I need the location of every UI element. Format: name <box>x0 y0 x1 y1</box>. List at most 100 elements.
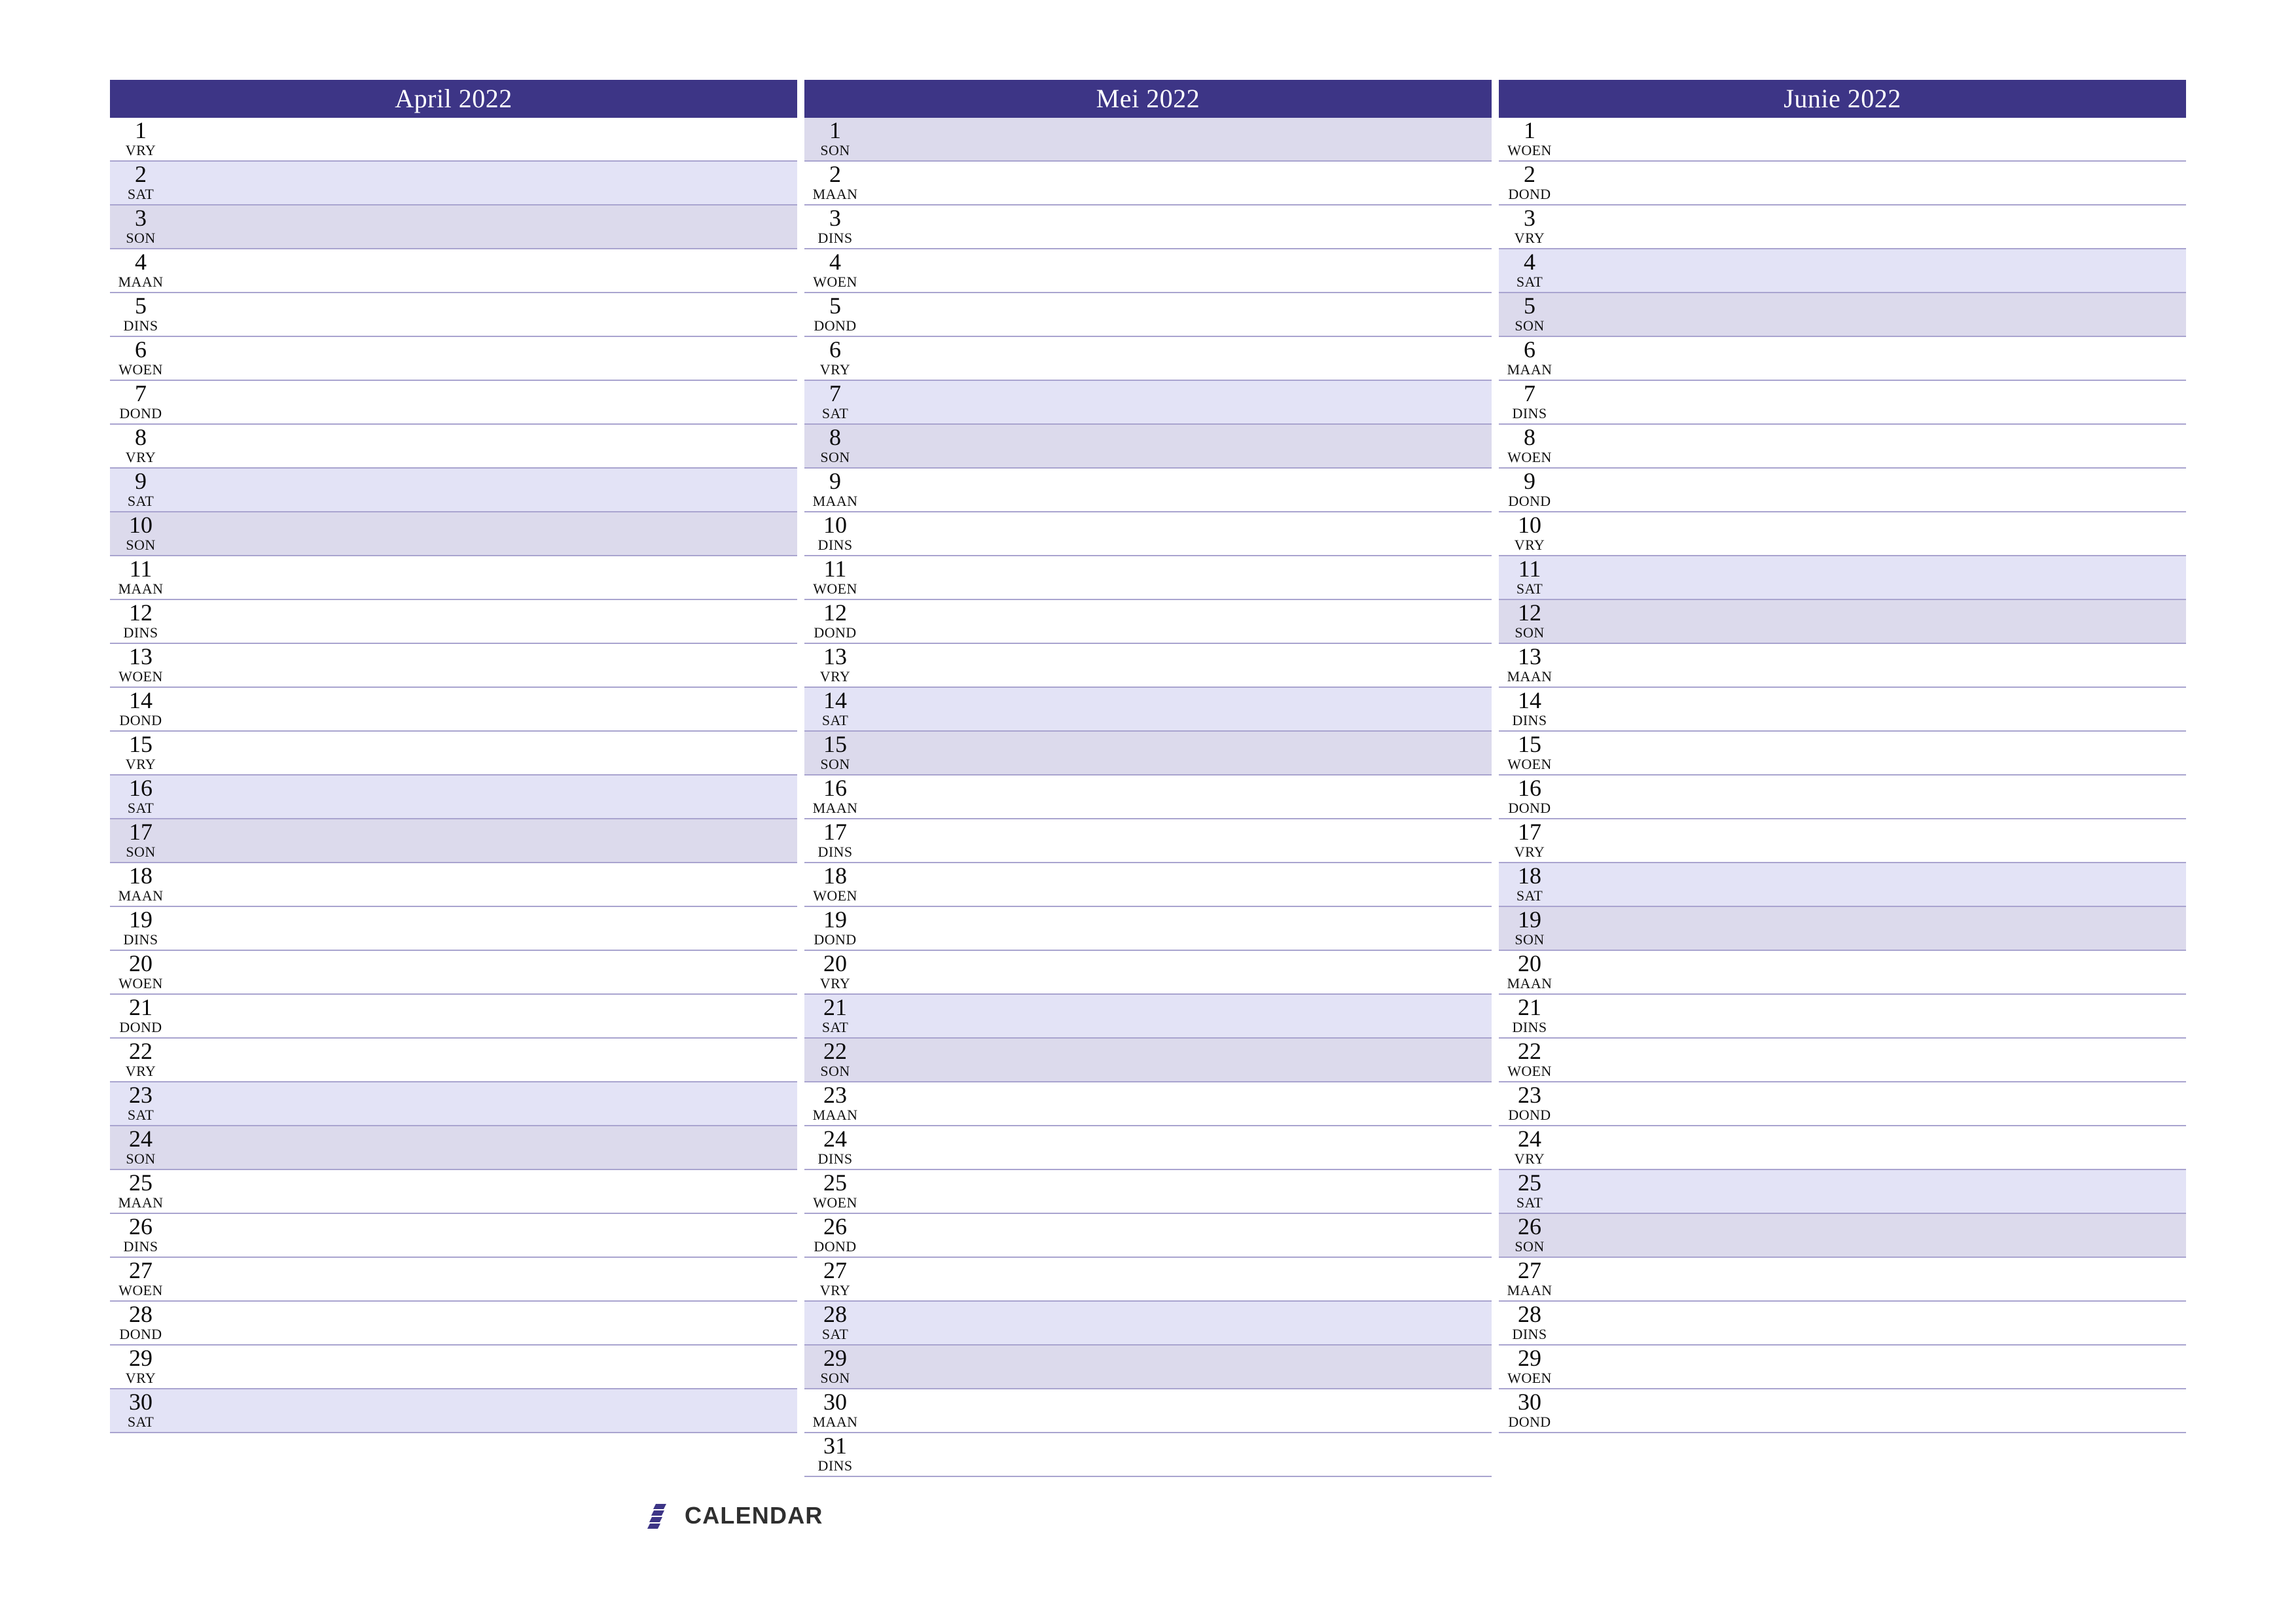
day-note-area[interactable] <box>1562 600 2186 643</box>
day-row[interactable]: 23 MAAN <box>804 1082 1492 1126</box>
day-row[interactable]: 11 SAT <box>1499 556 2186 600</box>
day-note-area[interactable] <box>867 1346 1492 1388</box>
day-note-area[interactable] <box>867 1258 1492 1300</box>
day-note-area[interactable] <box>173 425 797 467</box>
day-row[interactable]: 9 SAT <box>110 469 797 512</box>
day-row[interactable]: 9 DOND <box>1499 469 2186 512</box>
day-note-area[interactable] <box>173 1389 797 1432</box>
day-row[interactable]: 4 WOEN <box>804 249 1492 293</box>
day-row[interactable]: 22 SON <box>804 1039 1492 1082</box>
day-note-area[interactable] <box>1562 732 2186 774</box>
day-row[interactable]: 10 VRY <box>1499 512 2186 556</box>
day-note-area[interactable] <box>867 556 1492 599</box>
day-note-area[interactable] <box>173 732 797 774</box>
day-note-area[interactable] <box>1562 995 2186 1037</box>
day-note-area[interactable] <box>173 512 797 555</box>
day-note-area[interactable] <box>1562 1258 2186 1300</box>
day-note-area[interactable] <box>867 205 1492 248</box>
day-row[interactable]: 14 DINS <box>1499 688 2186 732</box>
day-note-area[interactable] <box>867 1082 1492 1125</box>
day-row[interactable]: 29 WOEN <box>1499 1346 2186 1389</box>
day-row[interactable]: 7 DOND <box>110 381 797 425</box>
day-row[interactable]: 2 DOND <box>1499 162 2186 205</box>
day-row[interactable]: 19 DOND <box>804 907 1492 951</box>
day-row[interactable]: 27 MAAN <box>1499 1258 2186 1302</box>
day-note-area[interactable] <box>173 205 797 248</box>
day-note-area[interactable] <box>1562 819 2186 862</box>
day-note-area[interactable] <box>173 1258 797 1300</box>
day-note-area[interactable] <box>173 293 797 336</box>
day-note-area[interactable] <box>173 1170 797 1213</box>
day-note-area[interactable] <box>1562 1170 2186 1213</box>
day-note-area[interactable] <box>867 162 1492 204</box>
day-row[interactable]: 17 VRY <box>1499 819 2186 863</box>
day-note-area[interactable] <box>173 1126 797 1169</box>
day-row[interactable]: 4 SAT <box>1499 249 2186 293</box>
day-row[interactable]: 8 SON <box>804 425 1492 469</box>
day-row[interactable]: 10 SON <box>110 512 797 556</box>
day-note-area[interactable] <box>1562 249 2186 292</box>
day-note-area[interactable] <box>1562 512 2186 555</box>
day-row[interactable]: 18 MAAN <box>110 863 797 907</box>
day-row[interactable]: 13 MAAN <box>1499 644 2186 688</box>
day-row[interactable]: 7 SAT <box>804 381 1492 425</box>
day-row[interactable]: 20 WOEN <box>110 951 797 995</box>
day-row[interactable]: 14 DOND <box>110 688 797 732</box>
day-row[interactable]: 8 VRY <box>110 425 797 469</box>
day-row[interactable]: 5 SON <box>1499 293 2186 337</box>
day-note-area[interactable] <box>173 1082 797 1125</box>
day-row[interactable]: 13 VRY <box>804 644 1492 688</box>
day-row[interactable]: 2 MAAN <box>804 162 1492 205</box>
day-row[interactable]: 6 VRY <box>804 337 1492 381</box>
day-note-area[interactable] <box>173 1346 797 1388</box>
day-note-area[interactable] <box>867 512 1492 555</box>
day-note-area[interactable] <box>867 249 1492 292</box>
day-note-area[interactable] <box>867 819 1492 862</box>
day-row[interactable]: 19 DINS <box>110 907 797 951</box>
day-note-area[interactable] <box>173 907 797 950</box>
day-note-area[interactable] <box>173 600 797 643</box>
day-row[interactable]: 23 DOND <box>1499 1082 2186 1126</box>
day-row[interactable]: 1 WOEN <box>1499 118 2186 162</box>
day-note-area[interactable] <box>1562 381 2186 423</box>
day-note-area[interactable] <box>1562 1346 2186 1388</box>
day-note-area[interactable] <box>867 600 1492 643</box>
day-note-area[interactable] <box>1562 688 2186 730</box>
day-row[interactable]: 28 DINS <box>1499 1302 2186 1346</box>
day-note-area[interactable] <box>867 1039 1492 1081</box>
day-row[interactable]: 23 SAT <box>110 1082 797 1126</box>
day-note-area[interactable] <box>173 1302 797 1344</box>
day-row[interactable]: 15 SON <box>804 732 1492 776</box>
day-row[interactable]: 4 MAAN <box>110 249 797 293</box>
day-row[interactable]: 6 WOEN <box>110 337 797 381</box>
day-row[interactable]: 11 MAAN <box>110 556 797 600</box>
day-row[interactable]: 26 DINS <box>110 1214 797 1258</box>
day-note-area[interactable] <box>173 556 797 599</box>
day-note-area[interactable] <box>1562 1039 2186 1081</box>
day-row[interactable]: 12 DINS <box>110 600 797 644</box>
day-note-area[interactable] <box>867 688 1492 730</box>
day-row[interactable]: 8 WOEN <box>1499 425 2186 469</box>
day-note-area[interactable] <box>173 688 797 730</box>
day-row[interactable]: 30 SAT <box>110 1389 797 1433</box>
day-row[interactable]: 25 SAT <box>1499 1170 2186 1214</box>
day-row[interactable]: 11 WOEN <box>804 556 1492 600</box>
day-row[interactable]: 13 WOEN <box>110 644 797 688</box>
day-row[interactable]: 26 SON <box>1499 1214 2186 1258</box>
day-note-area[interactable] <box>1562 118 2186 160</box>
day-row[interactable]: 20 VRY <box>804 951 1492 995</box>
day-row[interactable]: 28 SAT <box>804 1302 1492 1346</box>
day-note-area[interactable] <box>173 118 797 160</box>
day-row[interactable]: 16 MAAN <box>804 776 1492 819</box>
day-note-area[interactable] <box>173 469 797 511</box>
day-note-area[interactable] <box>1562 293 2186 336</box>
day-row[interactable]: 16 DOND <box>1499 776 2186 819</box>
day-row[interactable]: 18 SAT <box>1499 863 2186 907</box>
day-row[interactable]: 21 DINS <box>1499 995 2186 1039</box>
day-row[interactable]: 17 SON <box>110 819 797 863</box>
day-row[interactable]: 26 DOND <box>804 1214 1492 1258</box>
day-row[interactable]: 1 SON <box>804 118 1492 162</box>
day-note-area[interactable] <box>867 732 1492 774</box>
day-note-area[interactable] <box>173 819 797 862</box>
day-row[interactable]: 18 WOEN <box>804 863 1492 907</box>
